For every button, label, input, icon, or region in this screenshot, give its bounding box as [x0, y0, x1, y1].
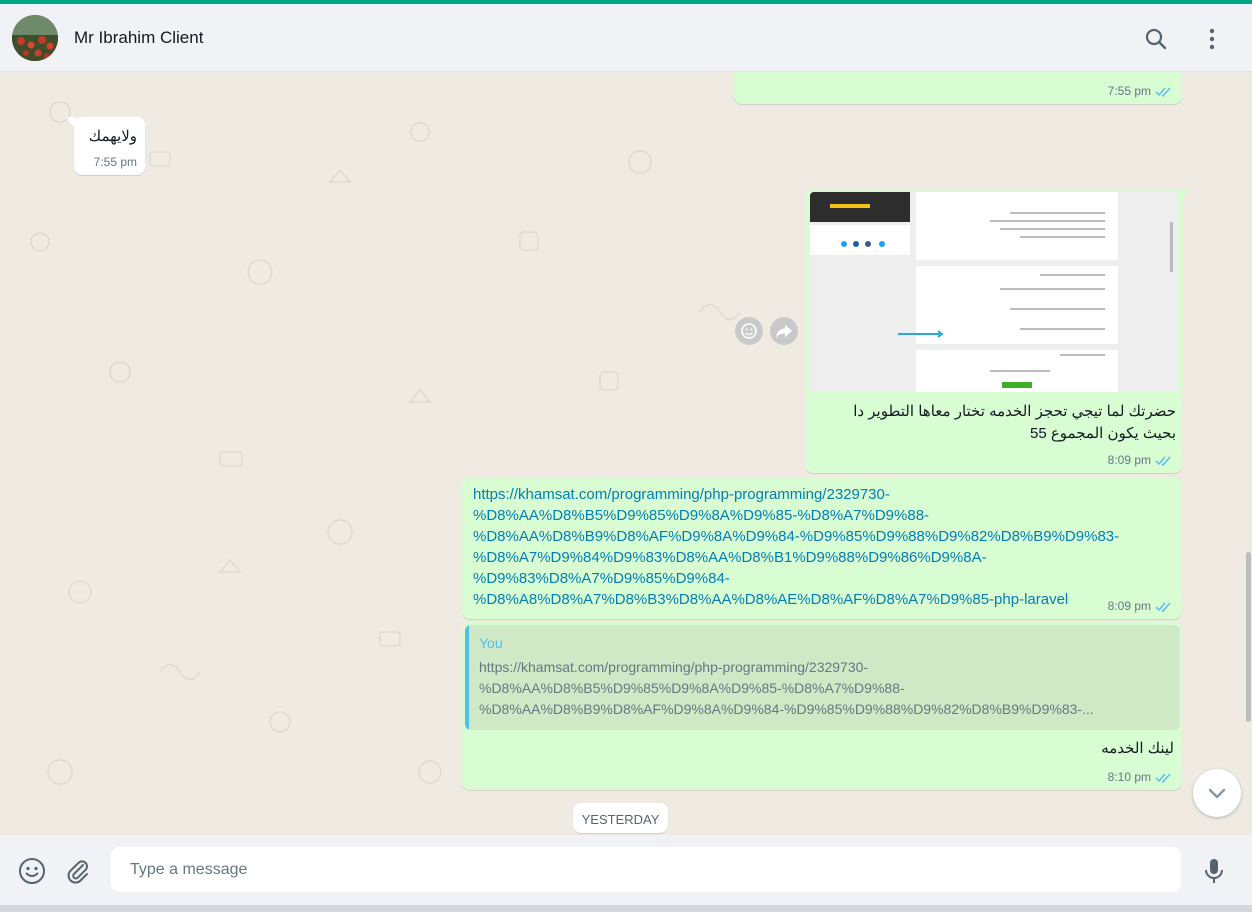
message-meta: 7:55 pm — [94, 155, 137, 169]
link-line[interactable]: %D8%AA%D8%B5%D9%85%D9%8A%D9%85-%D8%A7%D9… — [473, 505, 1119, 526]
quote-text: https://khamsat.com/programming/php-prog… — [479, 657, 1094, 720]
link-line[interactable]: %D9%83%D8%A7%D9%85%D9%84- — [473, 568, 1119, 589]
message-time: 7:55 pm — [93, 155, 137, 169]
message-meta: 8:09 pm — [1108, 599, 1172, 613]
emoji-icon[interactable] — [17, 856, 47, 886]
read-ticks-icon — [1155, 602, 1171, 612]
caption-line: حضرتك لما تيجي تحجز الخدمه تختار معاها ا… — [853, 403, 1176, 420]
link-line[interactable]: https://khamsat.com/programming/php-prog… — [473, 484, 1119, 505]
message-meta: 8:10 pm — [1108, 770, 1172, 784]
quote-line: %D8%AA%D8%B5%D9%85%D9%8A%D9%85-%D8%A7%D9… — [479, 680, 905, 696]
search-icon[interactable] — [1143, 26, 1169, 52]
screenshot-thumbnail — [810, 192, 1178, 392]
message-bubble-outgoing[interactable]: 7:55 pm — [734, 72, 1182, 104]
avatar-photo — [12, 15, 58, 61]
message-time: 7:55 pm — [1107, 84, 1151, 98]
message-link[interactable]: https://khamsat.com/programming/php-prog… — [473, 484, 1119, 610]
read-ticks-icon — [1155, 87, 1171, 97]
message-text: ولايهمك — [88, 128, 137, 145]
message-time: 8:09 pm — [1107, 453, 1151, 467]
mic-icon[interactable] — [1199, 855, 1229, 887]
message-bubble-image[interactable]: حضرتك لما تيجي تحجز الخدمه تختار معاها ا… — [805, 190, 1190, 473]
read-ticks-icon — [1155, 456, 1171, 466]
message-composer — [0, 835, 1252, 905]
message-meta: 8:09 pm — [1108, 453, 1172, 467]
message-time: 8:10 pm — [1107, 770, 1151, 784]
scroll-to-bottom-button[interactable] — [1193, 769, 1241, 817]
quote-author: You — [479, 635, 503, 651]
message-time: 8:09 pm — [1107, 599, 1151, 613]
image-caption: حضرتك لما تيجي تحجز الخدمه تختار معاها ا… — [853, 401, 1176, 445]
bubble-tail — [66, 117, 76, 129]
message-bubble-link[interactable]: https://khamsat.com/programming/php-prog… — [462, 477, 1182, 619]
read-ticks-icon — [1155, 773, 1171, 783]
emoji-react-icon[interactable] — [735, 317, 763, 345]
chevron-down-icon — [1208, 788, 1226, 799]
quote-line: https://khamsat.com/programming/php-prog… — [479, 659, 869, 675]
bubble-tail — [1180, 190, 1190, 202]
avatar[interactable] — [12, 15, 58, 61]
image-attachment[interactable] — [810, 192, 1178, 392]
message-text: لينك الخدمه — [1101, 740, 1174, 757]
chat-area[interactable]: 7:55 pm ولايهمك 7:55 pm حضرتك لما تيجي ت… — [0, 72, 1252, 835]
caption-line: بحيث يكون المجموع 55 — [1030, 425, 1176, 442]
quote-accent-bar — [465, 625, 469, 730]
contact-name[interactable]: Mr Ibrahim Client — [74, 28, 203, 48]
message-meta: 7:55 pm — [1108, 84, 1172, 98]
forward-icon[interactable] — [770, 317, 798, 345]
chat-scrollbar[interactable] — [1246, 552, 1251, 722]
quoted-message[interactable]: You https://khamsat.com/programming/php-… — [465, 625, 1180, 730]
message-bubble-incoming[interactable]: ولايهمك 7:55 pm — [66, 117, 145, 175]
menu-dots-icon[interactable] — [1199, 26, 1225, 52]
chat-header: Mr Ibrahim Client — [0, 4, 1252, 72]
link-line[interactable]: %D8%A7%D9%84%D9%83%D8%AA%D8%B1%D9%88%D9%… — [473, 547, 1119, 568]
attach-icon[interactable] — [63, 856, 93, 886]
message-input[interactable] — [111, 847, 1181, 892]
link-line[interactable]: %D8%AA%D8%B9%D8%AF%D9%8A%D9%84-%D9%85%D9… — [473, 526, 1119, 547]
quote-line: %D8%AA%D8%B9%D8%AF%D9%8A%D9%84-%D9%85%D9… — [479, 701, 1094, 717]
link-line[interactable]: %D8%A8%D8%A7%D8%B3%D8%AA%D8%AE%D8%AF%D8%… — [473, 589, 1119, 610]
date-divider: YESTERDAY — [573, 803, 668, 833]
message-input-box[interactable] — [111, 847, 1181, 892]
bottom-bar — [0, 905, 1252, 912]
